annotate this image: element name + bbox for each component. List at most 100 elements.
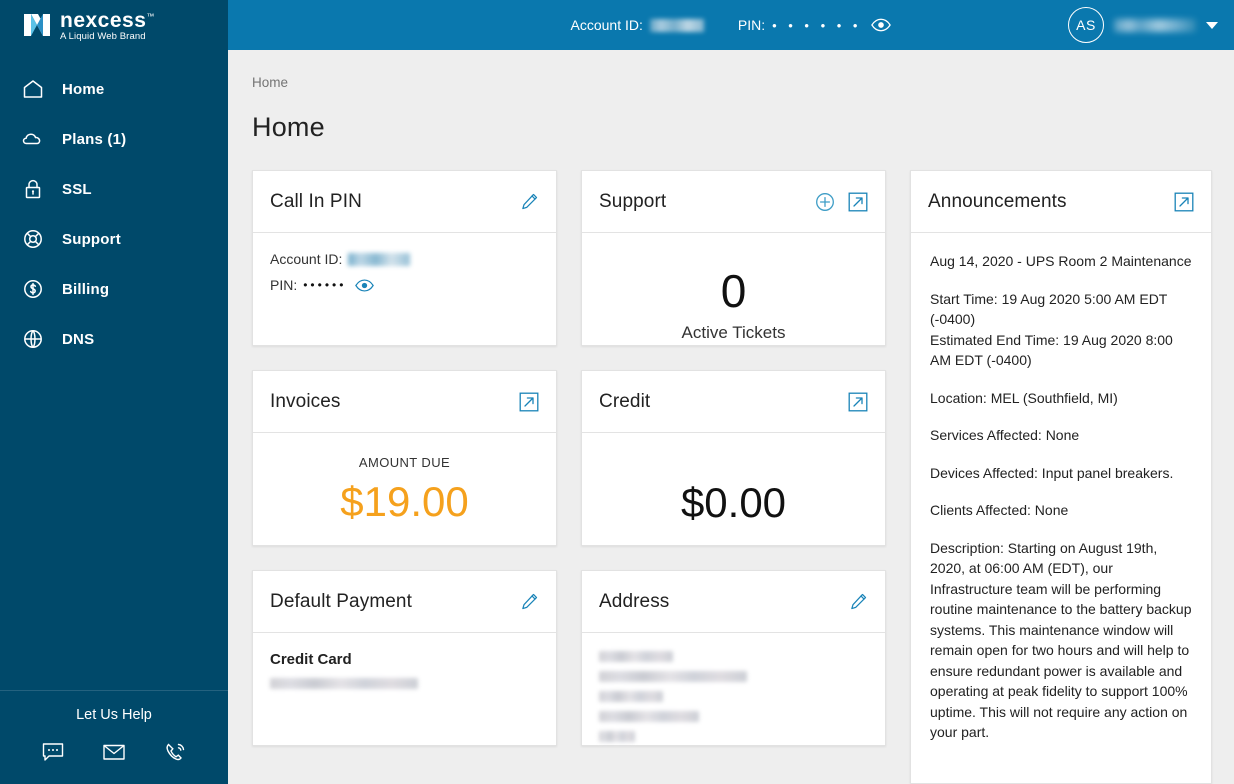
card-header: Credit (582, 371, 885, 433)
external-link-icon[interactable] (848, 392, 868, 412)
external-link-icon[interactable] (519, 392, 539, 412)
sidebar-item-dns[interactable]: DNS (0, 314, 228, 364)
dollar-circle-icon (20, 276, 46, 302)
dashboard-column-right: Announcements Aug 14, 2020 - UPS Room 2 … (910, 170, 1212, 784)
app-root: nexcess™ A Liquid Web Brand Home Plans (… (0, 0, 1234, 784)
eye-icon[interactable] (355, 278, 375, 292)
account-id-value-redacted (649, 18, 704, 32)
card-body: Aug 14, 2020 - UPS Room 2 Maintenance St… (911, 233, 1211, 783)
announcement-end-time: Estimated End Time: 19 Aug 2020 8:00 AM … (930, 331, 1173, 369)
card-title: Address (599, 590, 670, 612)
card-header: Support (582, 171, 885, 233)
top-bar-account-id: Account ID: (571, 17, 704, 33)
card-title: Call In PIN (270, 190, 362, 212)
sidebar-item-label: Home (62, 80, 105, 98)
user-name-redacted (1114, 18, 1196, 32)
card-call-in-pin: Call In PIN Account ID: PIN: •••••• (252, 170, 557, 346)
external-link-icon[interactable] (848, 192, 868, 212)
eye-icon[interactable] (871, 18, 892, 32)
home-icon (20, 76, 46, 102)
sidebar-item-label: SSL (62, 180, 92, 198)
top-bar-user-menu[interactable]: AS (1068, 7, 1234, 43)
credit-amount-value: $0.00 (680, 479, 787, 526)
payment-method-label: Credit Card (270, 651, 352, 668)
plus-circle-icon[interactable] (815, 192, 835, 212)
card-default-payment: Default Payment Credit Card (252, 570, 557, 746)
sidebar-item-home[interactable]: Home (0, 64, 228, 114)
sidebar-item-label: DNS (62, 330, 95, 348)
phone-ring-icon[interactable] (162, 739, 188, 770)
card-actions (848, 392, 868, 412)
card-announcements: Announcements Aug 14, 2020 - UPS Room 2 … (910, 170, 1212, 784)
card-credit: Credit $0.00 (581, 370, 886, 546)
account-id-row: Account ID: (270, 251, 539, 267)
pin-masked-value: • • • • • • (772, 17, 862, 33)
account-id-label: Account ID: (570, 17, 643, 33)
pin-row: PIN: •••••• (270, 277, 539, 293)
announcement-devices-affected: Devices Affected: Input panel breakers. (930, 464, 1174, 481)
pin-masked-value: •••••• (303, 278, 347, 292)
card-header: Invoices (253, 371, 556, 433)
announcement-location: Location: MEL (Southfield, MI) (930, 389, 1118, 406)
card-header: Address (582, 571, 885, 633)
card-body: 0 Active Tickets (582, 233, 885, 345)
card-actions (849, 592, 868, 611)
sidebar-item-billing[interactable]: Billing (0, 264, 228, 314)
card-actions (815, 192, 868, 212)
sidebar-item-label: Billing (62, 280, 110, 298)
active-tickets-label: Active Tickets (681, 323, 786, 342)
card-title: Support (599, 190, 667, 212)
top-bar-pin: PIN: • • • • • • (738, 17, 892, 33)
pin-label: PIN: (270, 277, 298, 293)
envelope-icon[interactable] (101, 739, 127, 770)
page-title: Home (252, 112, 325, 142)
dashboard-column-left: Call In PIN Account ID: PIN: •••••• Invo… (252, 170, 557, 784)
card-body: Account ID: PIN: •••••• (253, 233, 556, 345)
pencil-icon[interactable] (520, 592, 539, 611)
card-body: $0.00 (582, 433, 885, 545)
announcement-services-affected: Services Affected: None (930, 427, 1080, 443)
address-line-redacted (599, 671, 747, 682)
card-invoices: Invoices AMOUNT DUE $19.00 (252, 370, 557, 546)
external-link-icon[interactable] (1174, 192, 1194, 212)
card-support: Support 0 Active Tickets (581, 170, 886, 346)
account-id-value-redacted (348, 252, 411, 266)
pencil-icon[interactable] (520, 192, 539, 211)
pencil-icon[interactable] (849, 592, 868, 611)
sidebar-nav: Home Plans (1) SSL Support Billing DNS (0, 64, 228, 364)
lock-icon (20, 176, 46, 202)
sidebar-item-plans[interactable]: Plans (1) (0, 114, 228, 164)
card-header: Default Payment (253, 571, 556, 633)
sidebar-item-ssl[interactable]: SSL (0, 164, 228, 214)
card-body (582, 633, 885, 745)
address-line-redacted (599, 691, 663, 702)
let-us-help-icons (0, 739, 228, 770)
sidebar-item-support[interactable]: Support (0, 214, 228, 264)
chevron-down-icon[interactable] (1206, 21, 1218, 29)
dashboard-column-middle: Support 0 Active Tickets Credit $0.00 Ad… (581, 170, 886, 784)
amount-due-label: AMOUNT DUE (358, 455, 451, 470)
globe-icon (20, 326, 46, 352)
amount-due-value: $19.00 (340, 478, 469, 525)
card-actions (520, 192, 539, 211)
card-title: Credit (599, 390, 651, 412)
brand-logo[interactable]: nexcess™ A Liquid Web Brand (0, 0, 228, 50)
chat-bubble-icon[interactable] (40, 739, 66, 770)
top-bar: Account ID: PIN: • • • • • • AS (228, 0, 1234, 50)
payment-detail-redacted (270, 678, 418, 689)
active-tickets-stat: 0 Active Tickets (599, 251, 868, 343)
dashboard-grid: Call In PIN Account ID: PIN: •••••• Invo… (252, 170, 1212, 784)
card-body: AMOUNT DUE $19.00 (253, 433, 556, 545)
cloud-icon (20, 126, 46, 152)
sidebar: nexcess™ A Liquid Web Brand Home Plans (… (0, 0, 228, 784)
card-title: Default Payment (270, 590, 412, 612)
card-actions (1174, 192, 1194, 212)
card-actions (520, 592, 539, 611)
breadcrumb[interactable]: Home (252, 50, 1212, 90)
avatar[interactable]: AS (1068, 7, 1104, 43)
announcement-start-time: Start Time: 19 Aug 2020 5:00 AM EDT (-04… (930, 290, 1168, 328)
address-line-redacted (599, 731, 635, 742)
account-id-label: Account ID: (270, 251, 343, 267)
address-line-redacted (599, 651, 673, 662)
lifebuoy-icon (20, 226, 46, 252)
